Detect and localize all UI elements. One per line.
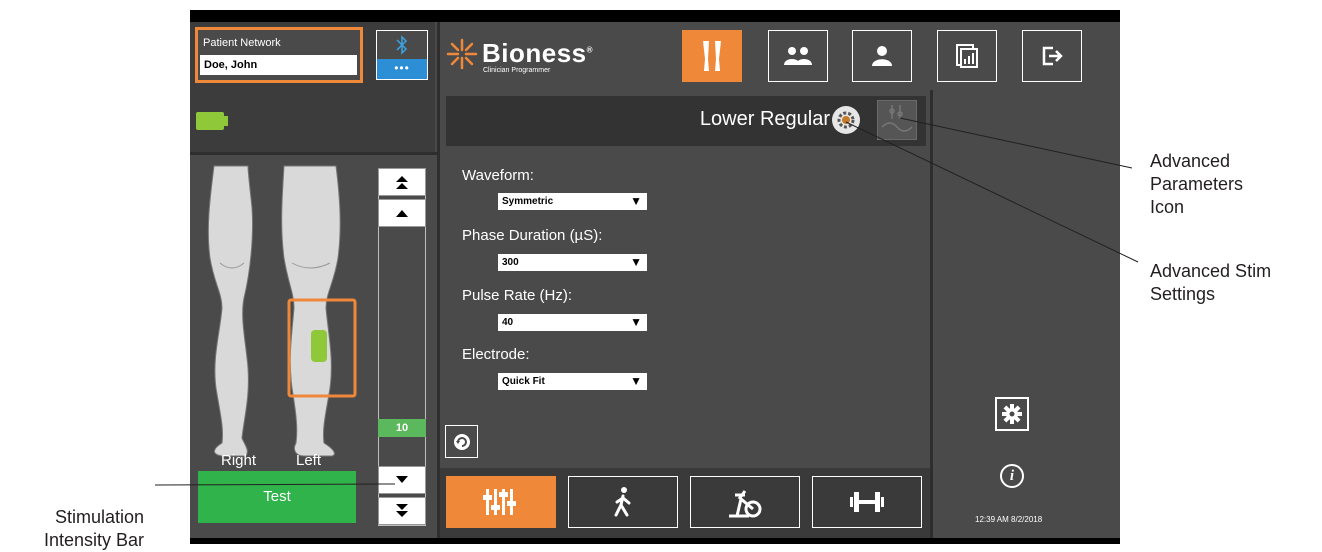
annotation-advanced-parameters: Advanced Parameters Icon [1150,151,1244,217]
patients-group-button[interactable] [768,30,828,82]
electrode-pad [311,330,327,362]
legs-icon [703,41,721,71]
advanced-parameters-button[interactable] [832,106,860,134]
intensity-up-button[interactable] [378,199,426,227]
dumbbell-icon [850,492,884,512]
patient-name-field[interactable]: Doe, John [200,55,357,75]
group-icon [784,47,812,65]
report-icon [956,44,978,68]
divider [437,22,440,538]
divider [930,90,933,538]
dropdown-arrow-icon: ▼ [630,194,642,208]
test-button[interactable]: Test [198,471,356,523]
bike-icon [729,490,762,518]
timestamp: 12:39 AM 8/2/2018 [975,515,1043,524]
dropdown-arrow-icon: ▼ [630,255,642,269]
brand-subtitle: Clinician Programmer [483,67,551,74]
phase-duration-select[interactable]: 300 ▼ [498,254,647,271]
intensity-min-down-button[interactable] [378,497,426,525]
electrode-select[interactable]: Quick Fit ▼ [498,373,647,390]
gear-icon [1002,404,1022,424]
battery-tip [224,116,228,126]
pulse-rate-select[interactable]: 40 ▼ [498,314,647,331]
bioness-logo-icon [446,38,478,70]
tab-gait[interactable] [568,476,678,528]
intensity-value: 10 [378,419,426,437]
bluetooth-icon [377,31,427,59]
walking-icon [614,487,631,517]
left-leg-label: Left [296,452,322,469]
sliders-icon [483,489,516,515]
refresh-icon [453,433,470,450]
person-icon [872,46,892,66]
pulse-rate-label: Pulse Rate (Hz): [462,287,573,304]
reports-button[interactable] [937,30,997,82]
electrode-label: Electrode: [462,346,530,363]
brand-name: Bioness® [482,38,594,68]
patient-network-label: Patient Network [203,37,281,49]
tab-cycling[interactable] [690,476,800,528]
patient-profile-button[interactable] [852,30,912,82]
gear-icon [837,111,855,129]
waveform-label: Waveform: [462,167,534,184]
dropdown-arrow-icon: ▼ [630,315,642,329]
intensity-down-button[interactable] [378,466,426,494]
bluetooth-status: ••• [377,59,427,79]
advanced-stim-settings-button[interactable] [877,100,917,140]
program-title: Lower Regular [699,108,830,130]
dropdown-arrow-icon: ▼ [630,374,642,388]
intensity-max-up-button[interactable] [378,168,426,196]
phase-duration-label: Phase Duration (µS): [462,227,603,244]
right-leg-label: Right [221,452,257,469]
waveform-settings-icon [881,105,913,132]
settings-button[interactable] [995,397,1029,431]
exit-icon [1042,46,1063,66]
info-icon[interactable]: i [1000,464,1024,488]
tab-exercise[interactable] [812,476,922,528]
waveform-select[interactable]: Symmetric ▼ [498,193,647,210]
legs-tab-button[interactable] [682,30,742,82]
reset-defaults-button[interactable] [445,425,478,458]
legs-illustration[interactable] [192,158,370,470]
battery-icon [196,112,224,130]
tab-parameters[interactable] [446,476,556,528]
exit-button[interactable] [1022,30,1082,82]
annotation-advanced-stim: Advanced Stim Settings [1150,261,1272,304]
annotation-stimulation-intensity: Stimulation Intensity Bar [43,507,144,550]
divider [190,152,440,155]
